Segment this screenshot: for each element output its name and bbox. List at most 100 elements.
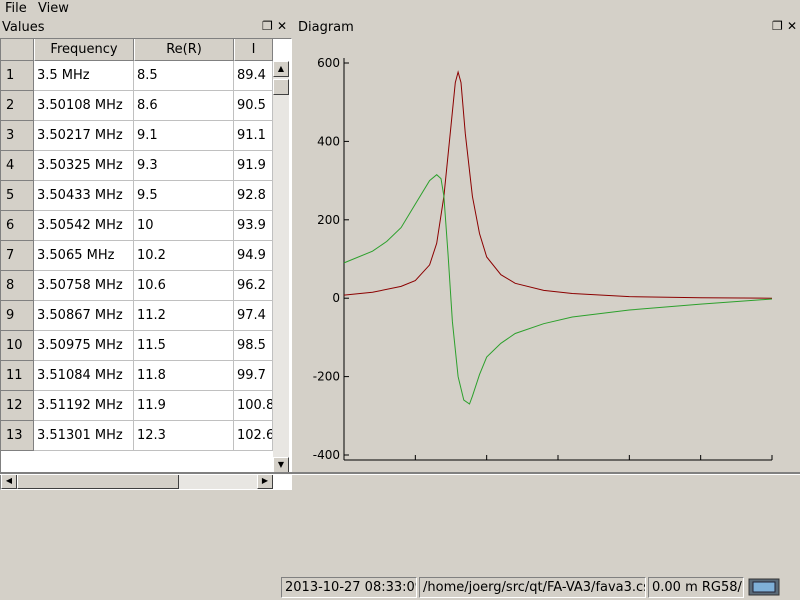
table-corner[interactable]: [1, 39, 34, 61]
cell-im[interactable]: 89.4: [234, 61, 273, 91]
scroll-right-icon[interactable]: ▶: [257, 473, 273, 489]
status-cable: 0.00 m RG58/U: [648, 577, 744, 598]
cell-frequency[interactable]: 3.51301 MHz: [34, 421, 134, 451]
table-row[interactable]: 12 3.51192 MHz 11.9 100.8: [1, 391, 273, 421]
float-icon[interactable]: ❐: [772, 19, 783, 33]
row-number[interactable]: 5: [1, 181, 34, 211]
cell-im[interactable]: 99.7: [234, 361, 273, 391]
row-number[interactable]: 3: [1, 121, 34, 151]
cell-im[interactable]: 92.8: [234, 181, 273, 211]
cell-im[interactable]: 91.1: [234, 121, 273, 151]
horizontal-scrollbar[interactable]: ◀ ▶: [1, 473, 273, 489]
row-number[interactable]: 9: [1, 301, 34, 331]
cell-re[interactable]: 8.5: [134, 61, 234, 91]
cell-re[interactable]: 11.9: [134, 391, 234, 421]
cell-re[interactable]: 11.5: [134, 331, 234, 361]
cell-frequency[interactable]: 3.50217 MHz: [34, 121, 134, 151]
plot-canvas: [342, 58, 800, 460]
cell-im[interactable]: 97.4: [234, 301, 273, 331]
cell-im[interactable]: 94.9: [234, 241, 273, 271]
table-row[interactable]: 9 3.50867 MHz 11.2 97.4: [1, 301, 273, 331]
row-number[interactable]: 13: [1, 421, 34, 451]
y-tick-label: 0: [332, 291, 340, 305]
cell-re[interactable]: 10.6: [134, 271, 234, 301]
cell-im[interactable]: 102.6: [234, 421, 273, 451]
vertical-scroll-thumb[interactable]: [273, 79, 289, 95]
cell-re[interactable]: 8.6: [134, 91, 234, 121]
row-number[interactable]: 11: [1, 361, 34, 391]
cell-frequency[interactable]: 3.51192 MHz: [34, 391, 134, 421]
cell-im[interactable]: 90.5: [234, 91, 273, 121]
values-dock-title: Values: [2, 20, 45, 35]
cell-re[interactable]: 10: [134, 211, 234, 241]
column-header-frequency[interactable]: Frequency: [34, 39, 134, 61]
table-row[interactable]: 8 3.50758 MHz 10.6 96.2: [1, 271, 273, 301]
cell-re[interactable]: 9.1: [134, 121, 234, 151]
y-tick-label: 400: [317, 134, 340, 148]
cell-im[interactable]: 100.8: [234, 391, 273, 421]
row-number[interactable]: 12: [1, 391, 34, 421]
cell-frequency[interactable]: 3.50433 MHz: [34, 181, 134, 211]
column-header-im[interactable]: I: [234, 39, 273, 61]
cell-frequency[interactable]: 3.50867 MHz: [34, 301, 134, 331]
table-row[interactable]: 5 3.50433 MHz 9.5 92.8: [1, 181, 273, 211]
close-icon[interactable]: ✕: [787, 19, 797, 33]
scroll-left-icon[interactable]: ◀: [1, 473, 17, 489]
values-table[interactable]: Frequency Re(R) I 1 3.5 MHz 8.5 89.4 2 3.5010…: [0, 38, 292, 490]
impedance-chart: 6004002000-200-4003.5e+063.55e+063.6e+06…: [313, 56, 800, 472]
row-number[interactable]: 6: [1, 211, 34, 241]
table-row[interactable]: 7 3.5065 MHz 10.2 94.9: [1, 241, 273, 271]
cell-frequency[interactable]: 3.5065 MHz: [34, 241, 134, 271]
cell-frequency[interactable]: 3.50542 MHz: [34, 211, 134, 241]
row-number[interactable]: 8: [1, 271, 34, 301]
cell-frequency[interactable]: 3.50325 MHz: [34, 151, 134, 181]
cell-re[interactable]: 12.3: [134, 421, 234, 451]
close-icon[interactable]: ✕: [277, 19, 287, 33]
scroll-up-icon[interactable]: ▲: [273, 61, 289, 77]
cell-re[interactable]: 10.2: [134, 241, 234, 271]
vertical-scrollbar[interactable]: ▲ ▼: [273, 61, 289, 473]
horizontal-scroll-thumb[interactable]: [17, 473, 179, 489]
column-header-re[interactable]: Re(R): [134, 39, 234, 61]
table-row[interactable]: 10 3.50975 MHz 11.5 98.5: [1, 331, 273, 361]
row-number[interactable]: 10: [1, 331, 34, 361]
y-tick-label: 200: [317, 213, 340, 227]
cell-re[interactable]: 11.2: [134, 301, 234, 331]
row-number[interactable]: 1: [1, 61, 34, 91]
cell-frequency[interactable]: 3.51084 MHz: [34, 361, 134, 391]
cell-im[interactable]: 93.9: [234, 211, 273, 241]
diagram-area: 6004002000-200-4003.5e+063.55e+063.6e+06…: [296, 38, 800, 472]
cell-re[interactable]: 9.5: [134, 181, 234, 211]
cell-frequency[interactable]: 3.50758 MHz: [34, 271, 134, 301]
y-tick-label: 600: [317, 56, 340, 70]
central-area-divider: [0, 472, 800, 475]
table-row[interactable]: 13 3.51301 MHz 12.3 102.6: [1, 421, 273, 451]
row-number[interactable]: 4: [1, 151, 34, 181]
device-icon: [748, 578, 780, 596]
cell-im[interactable]: 96.2: [234, 271, 273, 301]
cell-frequency[interactable]: 3.50975 MHz: [34, 331, 134, 361]
values-dock: Values ❐ ✕ Frequency Re(R) I 1 3.5 MHz 8.5…: [0, 18, 292, 490]
table-row[interactable]: 6 3.50542 MHz 10 93.9: [1, 211, 273, 241]
cell-re[interactable]: 11.8: [134, 361, 234, 391]
table-row[interactable]: 1 3.5 MHz 8.5 89.4: [1, 61, 273, 91]
row-number[interactable]: 7: [1, 241, 34, 271]
scroll-down-icon[interactable]: ▼: [273, 457, 289, 473]
cell-im[interactable]: 98.5: [234, 331, 273, 361]
menu-view[interactable]: View: [38, 1, 69, 16]
status-filepath: /home/joerg/src/qt/FA-VA3/fava3.csv: [419, 577, 646, 598]
table-row[interactable]: 2 3.50108 MHz 8.6 90.5: [1, 91, 273, 121]
table-row[interactable]: 11 3.51084 MHz 11.8 99.7: [1, 361, 273, 391]
cell-frequency[interactable]: 3.50108 MHz: [34, 91, 134, 121]
table-row[interactable]: 3 3.50217 MHz 9.1 91.1: [1, 121, 273, 151]
float-icon[interactable]: ❐: [262, 19, 273, 33]
row-number[interactable]: 2: [1, 91, 34, 121]
menu-file[interactable]: File: [5, 1, 27, 16]
cell-re[interactable]: 9.3: [134, 151, 234, 181]
cell-frequency[interactable]: 3.5 MHz: [34, 61, 134, 91]
status-datetime: 2013-10-27 08:33:09: [281, 577, 417, 598]
table-row[interactable]: 4 3.50325 MHz 9.3 91.9: [1, 151, 273, 181]
diagram-dock: Diagram ❐ ✕ 6004002000-200-4003.5e+063.5…: [296, 18, 800, 472]
cell-im[interactable]: 91.9: [234, 151, 273, 181]
menu-bar: File View: [0, 0, 800, 18]
